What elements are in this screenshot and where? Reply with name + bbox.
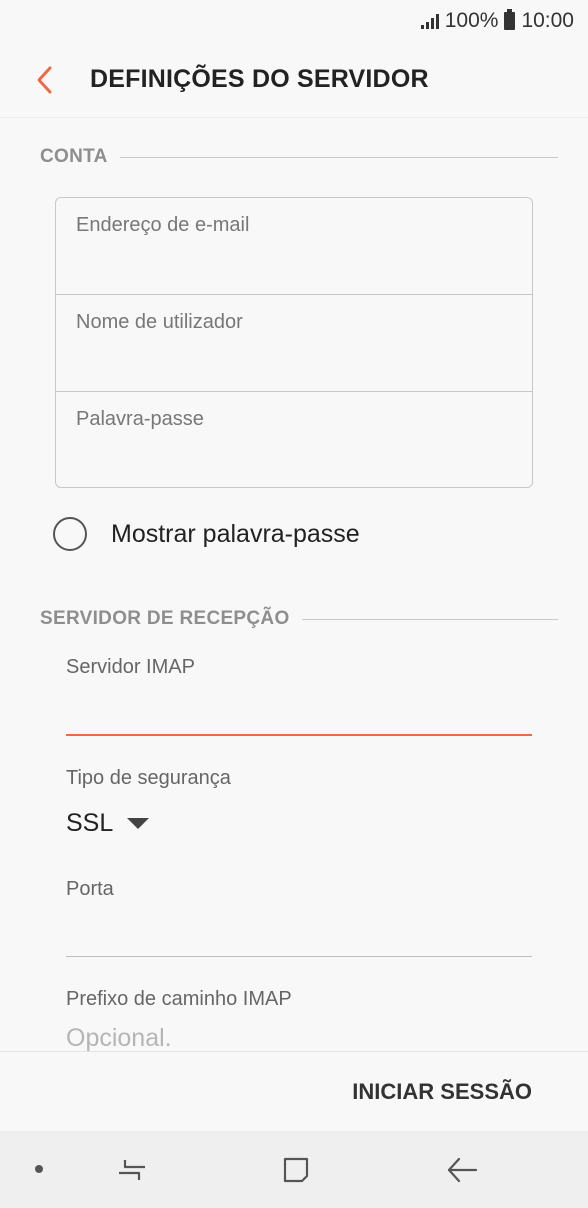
home-icon[interactable] [278, 1153, 314, 1187]
nav-back-icon[interactable] [444, 1153, 480, 1187]
port-underline [66, 956, 532, 957]
page-title: DEFINIÇÕES DO SERVIDOR [90, 65, 429, 93]
section-label-account: CONTA [40, 146, 108, 167]
security-type-dropdown[interactable]: SSL [66, 809, 150, 838]
nav-bar [0, 1131, 588, 1208]
chevron-left-icon [37, 66, 52, 93]
clock: 10:00 [521, 9, 574, 32]
nav-dot-icon [33, 1163, 45, 1175]
show-password-checkbox[interactable] [53, 517, 87, 551]
dropdown-arrow-icon [127, 818, 150, 829]
show-password-label: Mostrar palavra-passe [111, 519, 360, 548]
security-type-value: SSL [66, 809, 114, 837]
username-field[interactable]: Nome de utilizador [56, 295, 532, 392]
port-label: Porta [66, 878, 114, 900]
battery-percent: 100% [444, 9, 499, 32]
imap-prefix-input[interactable]: Opcional. [66, 1024, 172, 1053]
password-field[interactable]: Palavra-passe [56, 392, 532, 489]
recents-icon[interactable] [112, 1155, 152, 1185]
imap-server-underline [66, 734, 532, 736]
imap-server-input[interactable] [66, 690, 532, 730]
footer: INICIAR SESSÃO [0, 1051, 588, 1131]
security-type-label: Tipo de segurança [66, 767, 231, 789]
signal-icon [420, 13, 439, 29]
section-label-incoming: SERVIDOR DE RECEPÇÃO [40, 608, 290, 629]
status-bar: 100% 10:00 [0, 0, 588, 42]
section-divider [119, 156, 558, 158]
section-divider [301, 618, 558, 620]
section-header-incoming: SERVIDOR DE RECEPÇÃO [40, 608, 558, 630]
app-bar: DEFINIÇÕES DO SERVIDOR [0, 42, 588, 118]
sign-in-button[interactable]: INICIAR SESSÃO [352, 1079, 532, 1105]
account-fields: Endereço de e-mail Nome de utilizador Pa… [55, 197, 533, 488]
show-password-toggle[interactable]: Mostrar palavra-passe [53, 517, 360, 551]
imap-prefix-label: Prefixo de caminho IMAP [66, 988, 292, 1010]
imap-server-label: Servidor IMAP [66, 656, 195, 678]
port-input[interactable] [66, 912, 532, 952]
section-header-account: CONTA [40, 146, 558, 168]
back-button[interactable] [0, 42, 90, 118]
battery-icon [504, 9, 516, 30]
email-field[interactable]: Endereço de e-mail [56, 198, 532, 295]
